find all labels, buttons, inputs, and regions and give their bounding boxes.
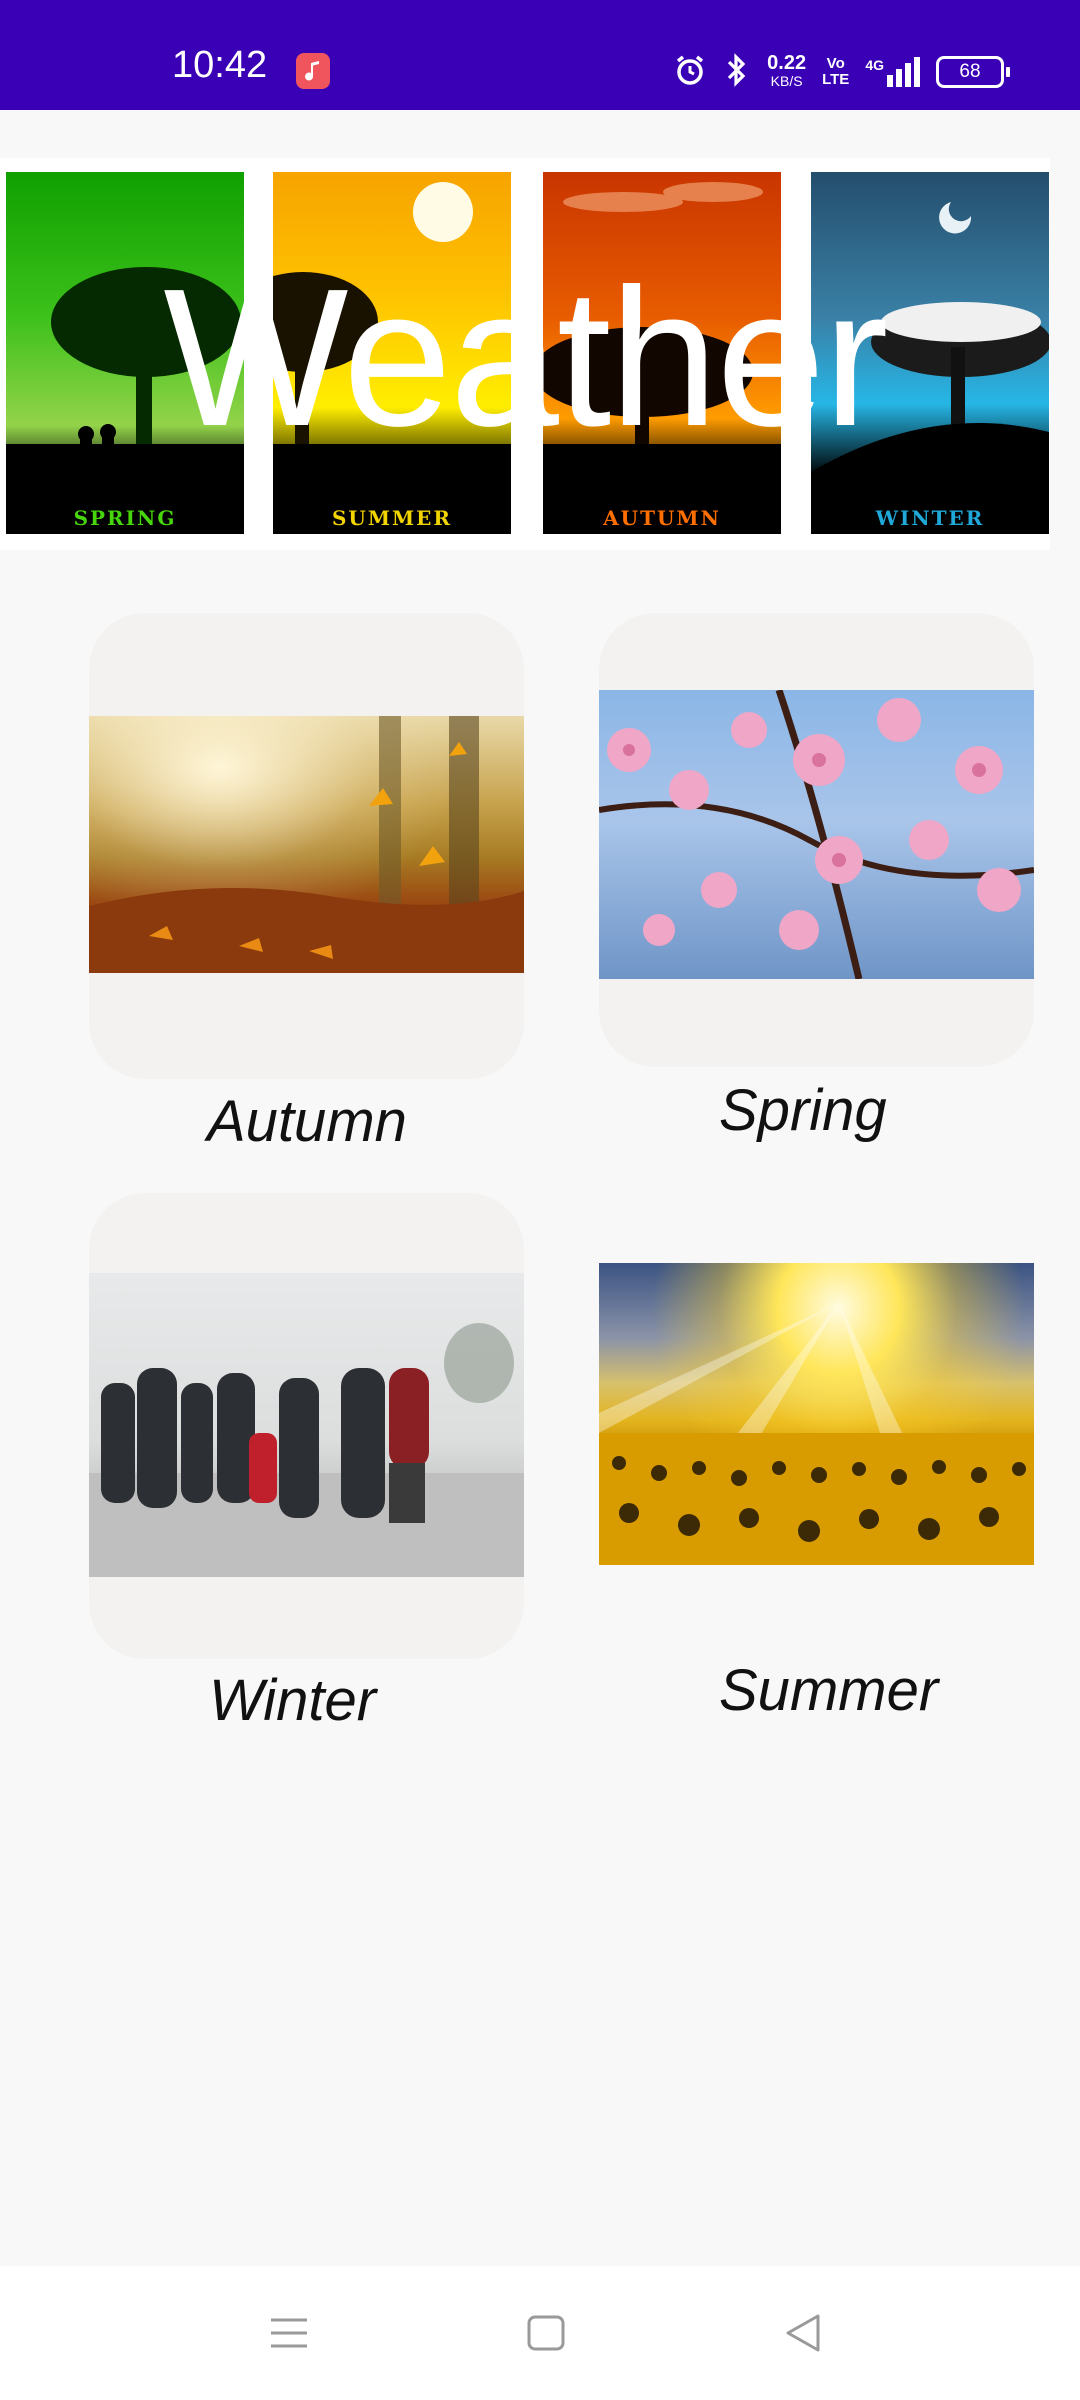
- season-card-winter[interactable]: [89, 1193, 524, 1659]
- people-walking-in-snow-photo: [89, 1273, 524, 1577]
- weather-banner: SPRING SUMMER AUTUMN WINTER Weather: [0, 158, 1050, 550]
- season-label-autumn: Autumn: [207, 1089, 407, 1154]
- season-label-winter: Winter: [209, 1668, 377, 1733]
- status-bar: 10:42 0.22 KB/S Vo LTE 4G 68: [0, 0, 1080, 110]
- season-label-spring: Spring: [719, 1078, 887, 1143]
- banner-title: Weather: [163, 248, 888, 467]
- home-icon[interactable]: [522, 2310, 570, 2356]
- season-card-spring[interactable]: [599, 613, 1034, 1067]
- volte-indicator: Vo LTE: [822, 55, 850, 88]
- banner-caption-winter: WINTER: [875, 506, 985, 530]
- cherry-blossom-photo: [599, 688, 1034, 980]
- banner-caption-autumn: AUTUMN: [603, 506, 721, 530]
- music-app-icon: [296, 53, 330, 89]
- battery-indicator: 68: [936, 56, 1010, 88]
- menu-icon[interactable]: [265, 2310, 313, 2356]
- banner-caption-spring: SPRING: [73, 506, 177, 530]
- season-card-autumn[interactable]: [89, 613, 524, 1079]
- banner-caption-summer: SUMMER: [331, 506, 453, 530]
- season-card-summer[interactable]: [599, 1263, 1034, 1565]
- system-nav-bar: [0, 2266, 1080, 2400]
- alarm-icon: [673, 53, 707, 92]
- network-speed-value: 0.22: [767, 52, 807, 74]
- status-time: 10:42: [172, 44, 268, 86]
- bluetooth-icon: [723, 52, 751, 93]
- network-speed-unit: KB/S: [770, 73, 803, 89]
- autumn-leaves-photo: [89, 716, 524, 973]
- signal-icon: 4G: [865, 57, 920, 87]
- season-label-summer: Summer: [719, 1658, 939, 1723]
- network-type: 4G: [865, 57, 884, 73]
- sunflower-field-photo: [599, 1263, 1034, 1565]
- network-speed: 0.22 KB/S: [767, 52, 807, 90]
- back-icon[interactable]: [780, 2310, 828, 2356]
